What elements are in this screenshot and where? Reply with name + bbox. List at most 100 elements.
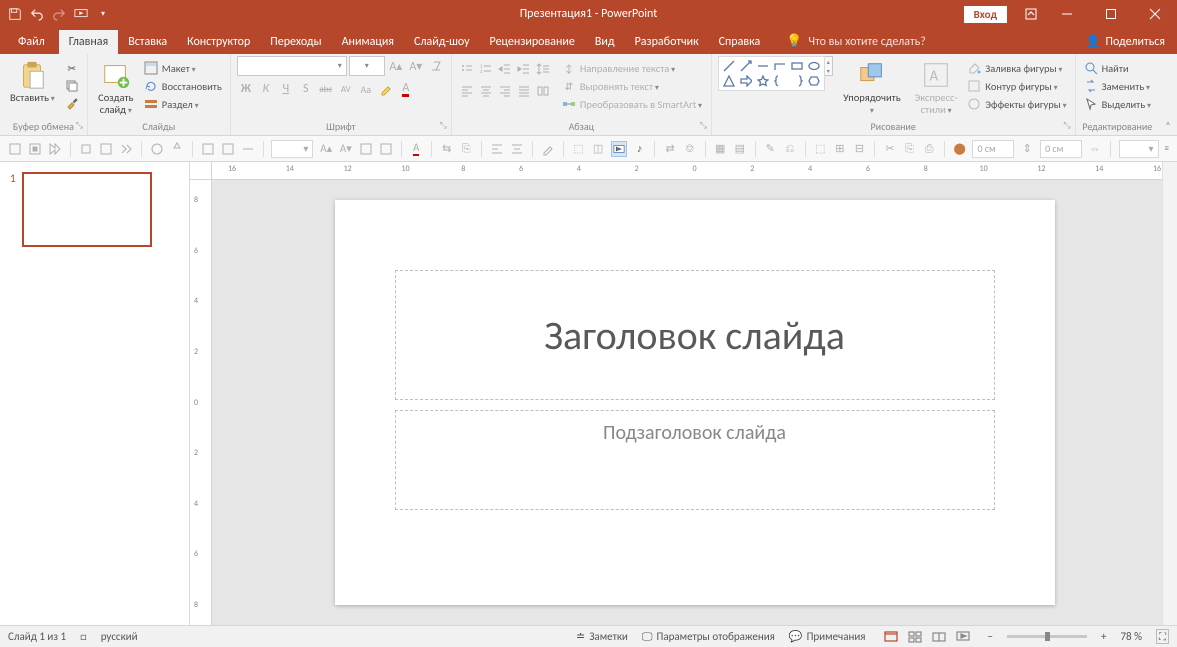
st-btn-26[interactable]: ✎ — [763, 141, 777, 157]
st-btn-16[interactable] — [490, 141, 504, 157]
fit-to-window-button[interactable]: ⛶ — [1156, 629, 1169, 644]
grow-font-button[interactable]: A▴ — [387, 57, 405, 75]
justify-button[interactable] — [515, 82, 533, 100]
start-from-beginning-icon[interactable] — [74, 7, 88, 21]
subtitle-placeholder[interactable]: Подзаголовок слайда — [395, 410, 995, 510]
zoom-out-button[interactable]: − — [988, 630, 993, 643]
signin-button[interactable]: Вход — [964, 6, 1007, 23]
horizontal-ruler[interactable]: 1614121086420246810121416 — [212, 162, 1177, 180]
tab-design[interactable]: Конструктор — [177, 30, 260, 54]
drawing-dialog-icon[interactable]: ⤡ — [1063, 120, 1070, 131]
quick-styles-button[interactable]: A Экспресс- стили — [911, 56, 961, 116]
clipboard-dialog-icon[interactable]: ⤡ — [76, 120, 83, 131]
st-btn-20[interactable]: ◫ — [591, 141, 605, 157]
st-btn-34[interactable]: ⬤ — [953, 141, 967, 157]
font-size-combo[interactable]: ▾ — [349, 56, 385, 76]
normal-view-button[interactable] — [880, 628, 902, 646]
tab-animations[interactable]: Анимация — [332, 30, 404, 54]
new-slide-button[interactable]: Создать слайд — [94, 56, 138, 116]
st-btn-29[interactable]: ⊞ — [833, 141, 847, 157]
zoom-percent[interactable]: 78 % — [1120, 630, 1142, 643]
tell-me-search[interactable]: 💡 Что вы хотите сделать? — [776, 29, 936, 54]
st-btn-4[interactable] — [79, 141, 93, 157]
tab-developer[interactable]: Разработчик — [625, 30, 709, 54]
convert-smartart-button[interactable]: Преобразовать в SmartArt — [560, 96, 704, 112]
st-width[interactable]: 0 см — [1040, 140, 1082, 158]
st-btn-active[interactable] — [611, 141, 627, 157]
tab-view[interactable]: Вид — [585, 30, 625, 54]
section-button[interactable]: Раздел — [142, 96, 224, 112]
slide[interactable]: Заголовок слайда Подзаголовок слайда — [335, 200, 1055, 605]
tab-slideshow[interactable]: Слайд-шоу — [404, 30, 480, 54]
font-color-button[interactable]: A — [397, 80, 415, 98]
st-btn-25[interactable]: ▤ — [733, 141, 747, 157]
st-btn-9[interactable] — [201, 141, 215, 157]
collapse-ribbon-icon[interactable]: ˄ — [1159, 54, 1177, 135]
zoom-in-button[interactable]: + — [1101, 630, 1106, 643]
st-btn-10[interactable] — [221, 141, 235, 157]
align-center-button[interactable] — [477, 82, 495, 100]
bold-button[interactable]: Ж — [237, 80, 255, 98]
change-case-button[interactable]: Aa — [357, 80, 375, 98]
strike-button[interactable]: abc — [317, 80, 335, 98]
st-shrink-a[interactable]: A▾ — [339, 141, 353, 157]
cut-button[interactable]: ✂ — [63, 60, 81, 76]
underline-button[interactable]: Ч — [277, 80, 295, 98]
title-placeholder[interactable]: Заголовок слайда — [395, 270, 995, 400]
align-left-button[interactable] — [458, 82, 476, 100]
st-btn-11[interactable] — [241, 141, 255, 157]
tab-file[interactable]: Файл — [4, 30, 59, 54]
shapes-gallery[interactable] — [718, 56, 825, 91]
paragraph-dialog-icon[interactable]: ⤡ — [700, 120, 707, 131]
display-settings-button[interactable]: 🖵Параметры отображения — [642, 630, 775, 644]
columns-button[interactable] — [534, 82, 552, 100]
st-btn-36[interactable]: ⇔ — [1088, 141, 1102, 157]
increase-indent-button[interactable] — [515, 60, 533, 78]
st-btn-5[interactable] — [99, 141, 113, 157]
st-combo-1[interactable]: ▾ — [271, 140, 313, 158]
st-more-icon[interactable]: ≡ — [1165, 143, 1169, 154]
tab-home[interactable]: Главная — [59, 30, 118, 54]
spellcheck-icon[interactable]: □ — [80, 630, 87, 643]
highlight-button[interactable] — [377, 80, 395, 98]
zoom-slider[interactable] — [1007, 635, 1087, 638]
char-spacing-button[interactable]: AV — [337, 80, 355, 98]
shrink-font-button[interactable]: A▾ — [407, 57, 425, 75]
st-btn-31[interactable]: ✂ — [883, 141, 897, 157]
shadow-button[interactable]: S — [297, 80, 315, 98]
layout-button[interactable]: Макет — [142, 60, 224, 76]
align-right-button[interactable] — [496, 82, 514, 100]
st-btn-33[interactable]: ⎙ — [922, 141, 936, 157]
qat-customize-icon[interactable]: ▾ — [96, 7, 110, 21]
numbering-button[interactable]: 12 — [477, 60, 495, 78]
vertical-scrollbar[interactable] — [1162, 162, 1177, 625]
align-text-button[interactable]: ⇵Выровнять текст — [560, 78, 704, 94]
reading-view-button[interactable] — [928, 628, 950, 646]
ribbon-options-icon[interactable] — [1017, 0, 1045, 28]
font-dialog-icon[interactable]: ⤡ — [440, 120, 447, 131]
shapes-more-button[interactable]: ▴▾ — [825, 56, 833, 76]
notes-button[interactable]: ≐Заметки — [576, 630, 628, 643]
slide-canvas[interactable]: Заголовок слайда Подзаголовок слайда — [212, 180, 1177, 625]
st-btn-18[interactable] — [541, 141, 555, 157]
share-button[interactable]: 👤 Поделиться — [1074, 29, 1177, 54]
select-button[interactable]: Выделить — [1082, 96, 1153, 112]
st-color-a[interactable]: A — [409, 141, 423, 157]
st-height[interactable]: 0 см — [972, 140, 1014, 158]
close-button[interactable] — [1133, 0, 1177, 28]
arrange-button[interactable]: Упорядочить — [837, 56, 907, 116]
st-btn-3[interactable] — [48, 141, 62, 157]
st-btn-14[interactable]: ⇆ — [440, 141, 454, 157]
line-spacing-button[interactable] — [534, 60, 552, 78]
st-combo-end[interactable]: ▾ — [1119, 140, 1159, 158]
st-btn-28[interactable]: ⬚ — [814, 141, 828, 157]
copy-button[interactable] — [63, 78, 81, 94]
st-btn-24[interactable]: ▦ — [713, 141, 727, 157]
undo-icon[interactable] — [30, 7, 44, 21]
redo-icon[interactable] — [52, 7, 66, 21]
st-btn-32[interactable]: ⎘ — [903, 141, 917, 157]
tab-insert[interactable]: Вставка — [118, 30, 177, 54]
st-btn-2[interactable] — [28, 141, 42, 157]
shape-fill-button[interactable]: Заливка фигуры — [965, 60, 1068, 76]
st-btn-17[interactable] — [510, 141, 524, 157]
